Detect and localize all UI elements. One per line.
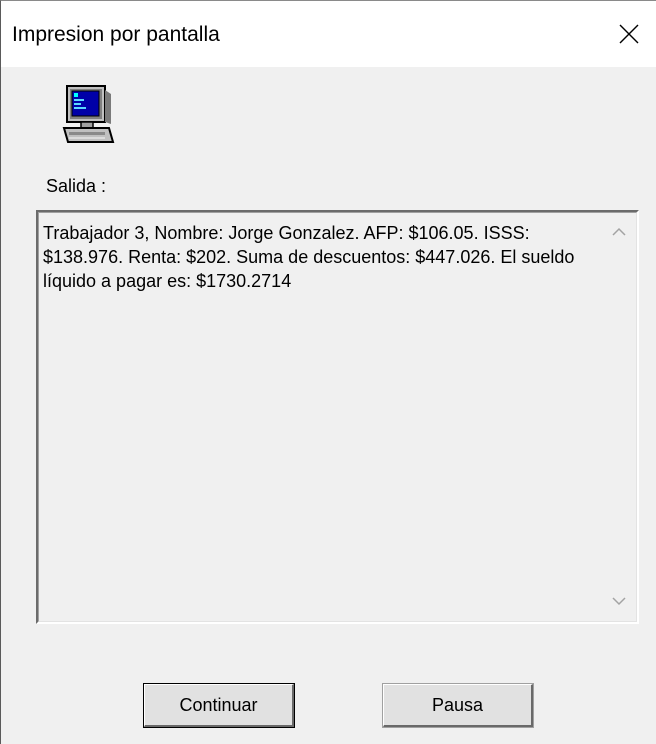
continue-button[interactable]: Continuar: [143, 683, 295, 728]
vertical-scrollbar[interactable]: [602, 213, 636, 621]
window-title: Impresion por pantalla: [12, 23, 220, 46]
close-button[interactable]: [607, 15, 651, 53]
scroll-up-button[interactable]: [602, 215, 636, 249]
dialog-window: Impresion por pantalla Salida: Trabajad…: [0, 0, 656, 744]
output-text: Trabajador 3, Nombre: Jorge Gonzalez. AF…: [43, 223, 580, 291]
output-text-area-inner: Trabajador 3, Nombre: Jorge Gonzalez. AF…: [38, 212, 637, 622]
title-bar[interactable]: Impresion por pantalla: [1, 1, 656, 67]
computer-monitor-icon: [61, 84, 115, 150]
scroll-down-button[interactable]: [602, 585, 636, 619]
close-icon: [619, 24, 639, 44]
output-text-area[interactable]: Trabajador 3, Nombre: Jorge Gonzalez. AF…: [36, 210, 639, 624]
chevron-up-icon: [612, 227, 626, 236]
chevron-down-icon: [612, 597, 626, 606]
output-label: Salida :: [46, 176, 107, 196]
pause-button[interactable]: Pausa: [382, 683, 534, 728]
